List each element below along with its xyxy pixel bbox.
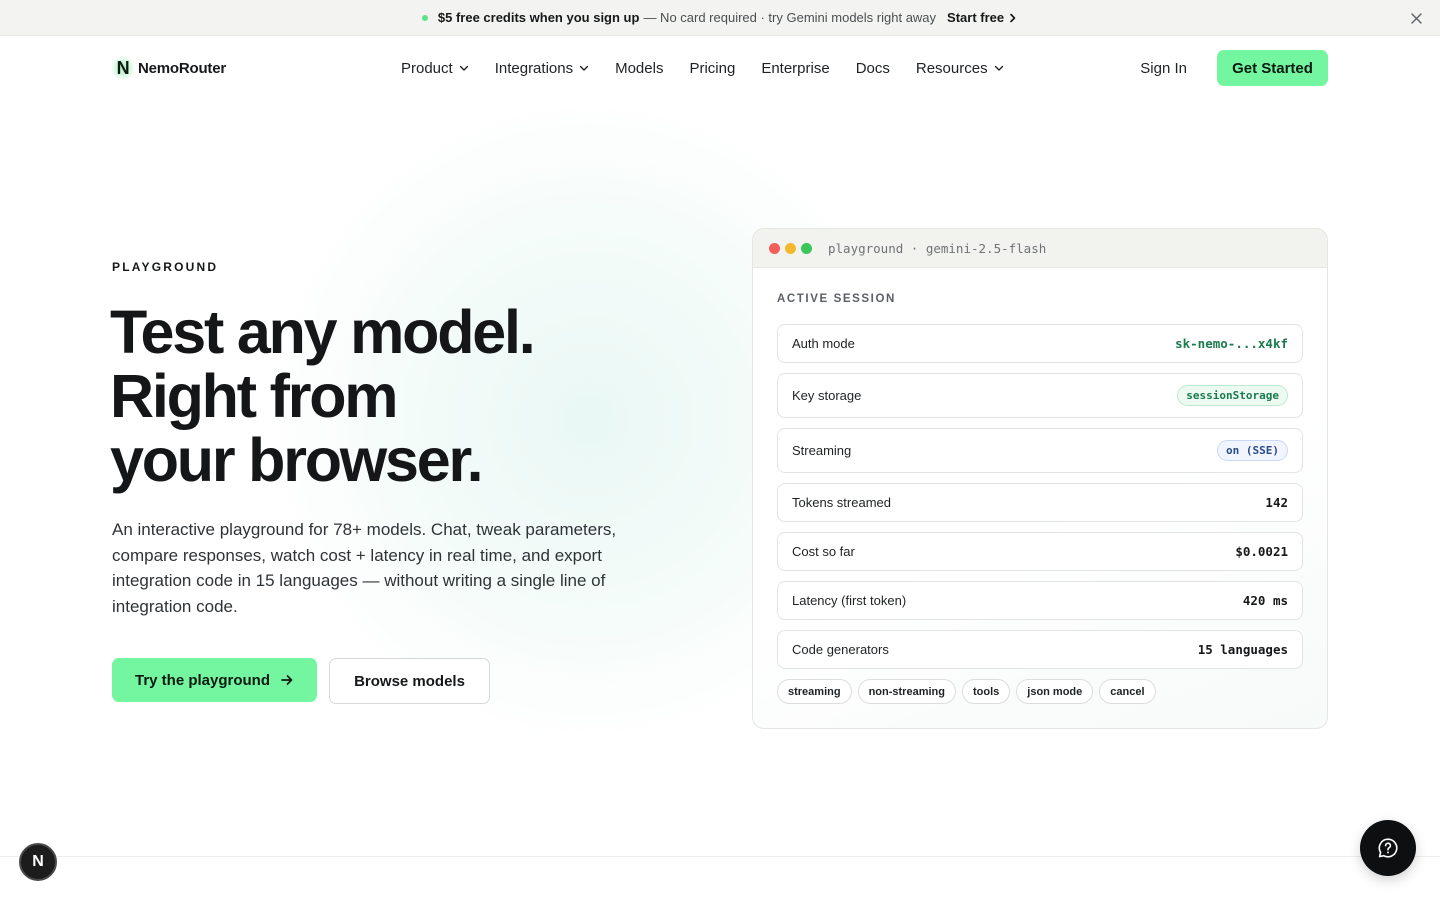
get-started-button[interactable]: Get Started: [1217, 50, 1328, 86]
nav-integrations-label: Integrations: [494, 59, 574, 77]
nav-enterprise-label: Enterprise: [761, 59, 830, 77]
window-maximize-dot-icon: [801, 242, 812, 254]
nav-models-label: Models: [615, 59, 664, 77]
tag-non-streaming[interactable]: non-streaming: [857, 679, 956, 704]
row-label: Latency (first token): [792, 593, 907, 608]
close-icon: [1410, 12, 1422, 24]
logo-text: NemoRouter: [138, 59, 227, 77]
start-free-label: Start free: [947, 10, 1005, 25]
session-row-tokens: Tokens streamed 142: [777, 483, 1303, 522]
hero-title-line-1: Test any model.: [110, 298, 536, 366]
browse-models-button[interactable]: Browse models: [329, 658, 490, 704]
try-playground-button[interactable]: Try the playground: [112, 658, 317, 702]
try-playground-label: Try the playground: [134, 671, 270, 689]
hero-eyebrow: PLAYGROUND: [112, 260, 219, 274]
tag-json-mode[interactable]: json mode: [1016, 679, 1094, 704]
window-close-dot-icon: [769, 242, 780, 254]
sign-in-link[interactable]: Sign In: [1140, 60, 1187, 77]
session-row-cost: Cost so far $0.0021: [777, 532, 1303, 571]
feature-tags: streaming non-streaming tools json mode …: [777, 679, 1156, 704]
session-row-streaming: Streaming on (SSE): [777, 428, 1303, 473]
tag-cancel[interactable]: cancel: [1099, 679, 1156, 704]
logo[interactable]: N NemoRouter: [112, 54, 226, 82]
row-value: 142: [1265, 495, 1288, 510]
row-label: Auth mode: [792, 336, 855, 351]
announcement-text: — No card required · try Gemini models r…: [643, 10, 937, 25]
row-label: Streaming: [792, 443, 852, 458]
close-announcement-button[interactable]: [1408, 10, 1424, 26]
top-navigation: N NemoRouter Product Integrations Models…: [0, 36, 1440, 100]
start-free-link[interactable]: Start free: [947, 10, 1018, 25]
nav-resources[interactable]: Resources: [916, 60, 1004, 77]
nav-enterprise[interactable]: Enterprise: [761, 60, 829, 77]
hero-description: An interactive playground for 78+ models…: [112, 520, 617, 616]
nav-docs[interactable]: Docs: [856, 60, 890, 77]
nav-pricing-label: Pricing: [689, 59, 736, 77]
row-value: sk-nemo-...x4kf: [1175, 336, 1288, 351]
row-label: Cost so far: [792, 544, 855, 559]
chevron-down-icon: [579, 65, 589, 71]
chevron-down-icon: [994, 65, 1003, 71]
announcement-highlight: $5 free credits when you sign up: [437, 10, 640, 25]
nav-links: Product Integrations Models Pricing Ente…: [401, 36, 1004, 100]
row-value: 15 languages: [1197, 642, 1288, 657]
nav-integrations[interactable]: Integrations: [495, 60, 589, 77]
nav-product[interactable]: Product: [401, 60, 469, 77]
playground-card: playground · gemini-2.5-flash ACTIVE SES…: [752, 228, 1328, 729]
row-value-badge: on (SSE): [1217, 440, 1288, 461]
nav-product-label: Product: [401, 59, 453, 77]
arrow-right-icon: [281, 675, 293, 685]
chevron-right-icon: [1010, 13, 1016, 22]
session-row-code-generators: Code generators 15 languages: [777, 630, 1303, 669]
session-label: ACTIVE SESSION: [777, 293, 896, 305]
nav-docs-label: Docs: [855, 59, 890, 77]
row-label: Key storage: [792, 388, 862, 403]
session-row-latency: Latency (first token) 420 ms: [777, 581, 1303, 620]
hero-title-line-2: Right from: [110, 362, 399, 430]
tag-streaming[interactable]: streaming: [777, 679, 852, 704]
row-label: Code generators: [792, 642, 889, 657]
hero-title: Test any model. Right from your browser.: [110, 300, 670, 492]
nav-pricing[interactable]: Pricing: [689, 60, 735, 77]
row-value: 420 ms: [1242, 593, 1288, 608]
section-divider: [0, 856, 1440, 857]
session-row-key-storage: Key storage sessionStorage: [777, 373, 1303, 418]
nav-actions: Sign In Get Started: [1140, 50, 1328, 86]
chat-support-button[interactable]: [1360, 820, 1416, 876]
chat-help-icon: [1378, 838, 1398, 858]
status-dot-icon: [421, 14, 428, 21]
row-value: $0.0021: [1235, 544, 1288, 559]
session-rows: Auth mode sk-nemo-...x4kf Key storage se…: [777, 324, 1303, 679]
row-label: Tokens streamed: [792, 495, 891, 510]
session-row-auth-mode: Auth mode sk-nemo-...x4kf: [777, 324, 1303, 363]
window-minimize-dot-icon: [785, 242, 796, 254]
chevron-down-icon: [459, 65, 468, 71]
nav-models[interactable]: Models: [615, 60, 663, 77]
card-title: playground · gemini-2.5-flash: [828, 240, 1047, 256]
card-title-bar: playground · gemini-2.5-flash: [753, 229, 1327, 268]
n-badge-button[interactable]: N: [19, 843, 57, 881]
row-value-badge: sessionStorage: [1177, 385, 1288, 406]
announcement-bar: $5 free credits when you sign up — No ca…: [0, 0, 1440, 36]
hero-title-line-3: your browser.: [110, 426, 484, 494]
nav-resources-label: Resources: [915, 59, 988, 77]
logo-mark-icon: N: [112, 55, 134, 81]
tag-tools[interactable]: tools: [961, 679, 1011, 704]
